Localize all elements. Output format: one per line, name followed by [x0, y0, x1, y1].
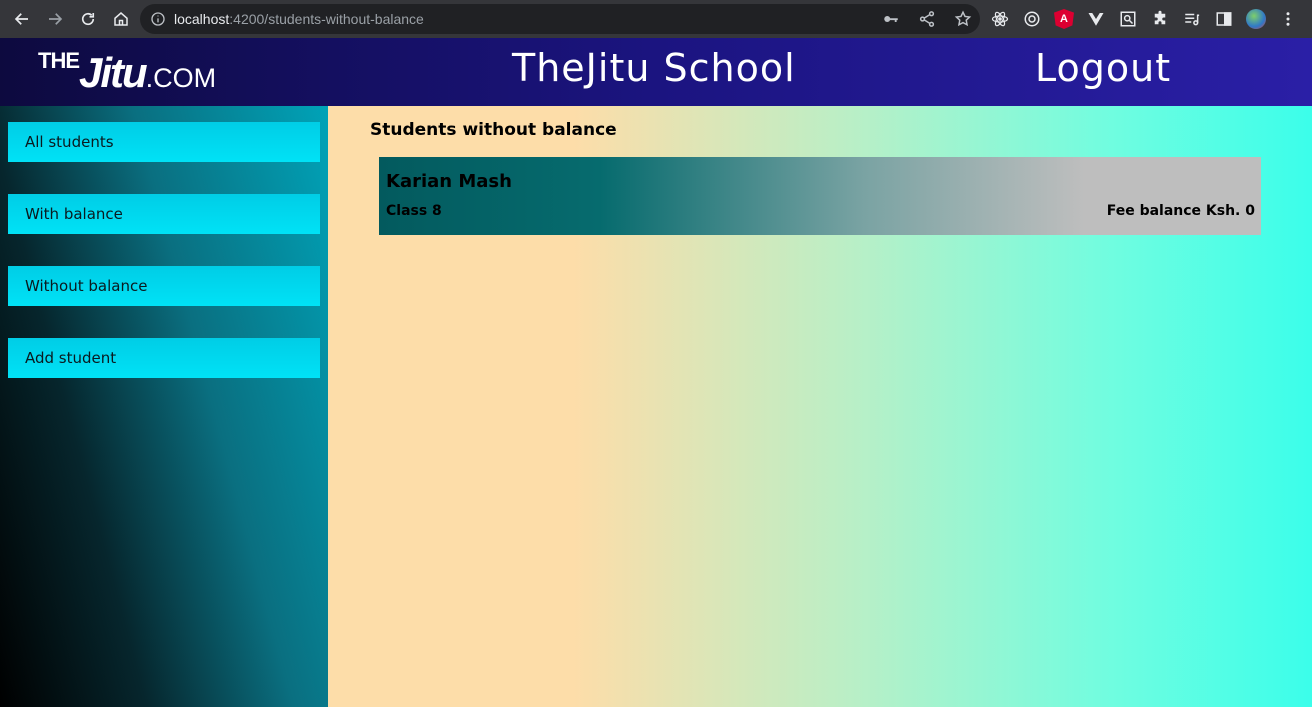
student-card[interactable]: Karian Mash Class 8 Fee balance Ksh. 0	[379, 157, 1261, 235]
react-devtools-icon[interactable]	[990, 9, 1010, 29]
home-icon[interactable]	[110, 8, 132, 30]
sidebar-item-with-balance[interactable]: With balance	[8, 194, 320, 234]
reload-icon[interactable]	[77, 8, 99, 30]
student-class: Class 8	[386, 203, 442, 219]
browser-toolbar: localhost:4200/students-without-balance …	[0, 0, 1312, 38]
thejitu-logo[interactable]: THE Jitu .COM	[38, 44, 216, 94]
back-arrow-icon[interactable]	[11, 8, 33, 30]
angular-devtools-icon[interactable]: A	[1054, 9, 1074, 29]
puzzle-extensions-icon[interactable]	[1150, 9, 1170, 29]
logout-link[interactable]: Logout	[1035, 46, 1171, 90]
student-name: Karian Mash	[386, 171, 512, 192]
address-bar[interactable]: localhost:4200/students-without-balance	[140, 4, 980, 34]
sidebar-item-all-students[interactable]: All students	[8, 122, 320, 162]
school-title: TheJitu School	[512, 46, 796, 90]
vue-devtools-icon[interactable]	[1086, 9, 1106, 29]
page-title: Students without balance	[370, 120, 617, 140]
forward-arrow-icon[interactable]	[44, 8, 66, 30]
key-icon[interactable]	[882, 10, 900, 28]
main-content: Students without balance Karian Mash Cla…	[328, 106, 1312, 707]
target-extension-icon[interactable]	[1022, 9, 1042, 29]
menu-kebab-icon[interactable]	[1278, 9, 1298, 29]
sidebar-item-without-balance[interactable]: Without balance	[8, 266, 320, 306]
logo-com: .COM	[145, 63, 217, 93]
logo-jitu: Jitu	[79, 49, 148, 96]
side-panel-icon[interactable]	[1214, 9, 1234, 29]
profile-avatar[interactable]	[1246, 9, 1266, 29]
media-queue-icon[interactable]	[1182, 9, 1202, 29]
sidebar: All students With balance Without balanc…	[0, 106, 328, 707]
url-text: localhost:4200/students-without-balance	[174, 11, 424, 27]
share-icon[interactable]	[918, 10, 936, 28]
logo-the: THE	[38, 48, 80, 73]
star-icon[interactable]	[954, 10, 972, 28]
info-icon[interactable]	[150, 11, 166, 27]
inspect-extension-icon[interactable]	[1118, 9, 1138, 29]
sidebar-item-add-student[interactable]: Add student	[8, 338, 320, 378]
student-fee-balance: Fee balance Ksh. 0	[1106, 203, 1255, 219]
app-header: THE Jitu .COM TheJitu School Logout	[0, 38, 1312, 106]
